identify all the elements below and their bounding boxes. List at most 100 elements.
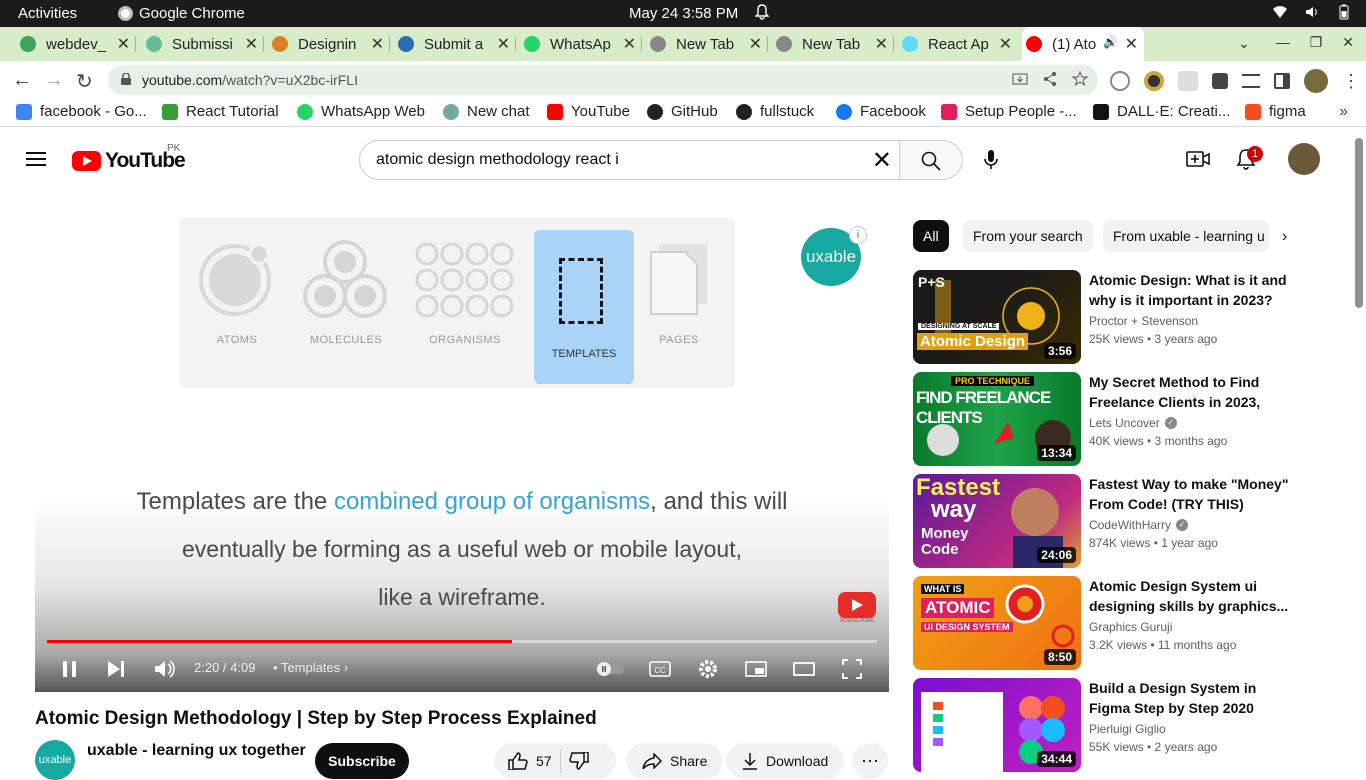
bookmark-item[interactable]: Setup People -... [941, 103, 1077, 120]
loading-extension-icon[interactable] [1110, 71, 1130, 91]
bookmark-item[interactable]: facebook - Go... [16, 103, 147, 120]
browser-tab[interactable]: Submissi ✕ [142, 27, 264, 61]
browser-tab[interactable]: webdev_ ✕ [16, 27, 136, 61]
rec-title[interactable]: Build a Design System in Figma Step by S… [1089, 678, 1295, 718]
more-actions-button[interactable]: ⋯ [852, 743, 888, 779]
rec-channel[interactable]: Pierluigi Giglio [1089, 722, 1166, 736]
minimize-icon[interactable]: — [1276, 34, 1290, 51]
video-player[interactable]: ATOMS MOLECULES ORGANISMS PAGES TEMPLATE… [35, 198, 889, 692]
hamburger-menu-icon[interactable] [26, 152, 46, 166]
subtitles-icon[interactable]: CC [649, 658, 671, 680]
extension-icon[interactable] [1144, 71, 1164, 91]
rec-title[interactable]: My Secret Method to Find Freelance Clien… [1089, 372, 1295, 412]
browser-tab[interactable]: React Ap ✕ [898, 27, 1018, 61]
recommended-video[interactable]: PRO TECHNIQUE FIND FREELANCE CLIENTS 13:… [913, 372, 1353, 466]
miniplayer-icon[interactable] [745, 658, 767, 680]
video-thumbnail[interactable]: 34:44 [913, 678, 1081, 772]
search-query[interactable]: atomic design methodology react i [376, 151, 619, 169]
side-panel-icon[interactable] [1274, 73, 1290, 89]
system-tray[interactable] [1272, 4, 1352, 20]
close-tab-icon[interactable]: ✕ [623, 34, 636, 54]
tab-audio-icon[interactable]: 🔊 [1103, 35, 1118, 49]
browser-tab[interactable]: New Tab ✕ [646, 27, 768, 61]
reload-icon[interactable]: ↻ [76, 69, 93, 94]
clear-search-icon[interactable]: ✕ [872, 146, 892, 175]
info-icon[interactable]: i [849, 226, 867, 244]
rec-title[interactable]: Atomic Design System ui designing skills… [1089, 576, 1295, 616]
recommended-video[interactable]: Fastest way Money Code 24:06 Fastest Way… [913, 474, 1353, 568]
account-avatar[interactable] [1288, 143, 1320, 175]
bookmark-item[interactable]: figma [1245, 103, 1306, 120]
bookmark-item[interactable]: DALL·E: Creati... [1093, 103, 1230, 120]
chrome-menu-icon[interactable]: ⋮ [1342, 71, 1360, 92]
rec-channel[interactable]: CodeWithHarry ✓ [1089, 518, 1189, 532]
search-input[interactable]: atomic design methodology react i ✕ [359, 140, 900, 180]
chip-all[interactable]: All [913, 220, 949, 252]
browser-tab[interactable]: Submit a ✕ [394, 27, 516, 61]
more-bookmarks-icon[interactable]: » [1339, 103, 1348, 121]
restore-icon[interactable]: ❐ [1310, 34, 1323, 51]
chip-from-channel[interactable]: From uxable - learning u [1103, 220, 1269, 252]
profile-avatar[interactable] [1304, 69, 1328, 93]
tab-search-chevron-icon[interactable]: ⌄ [1238, 35, 1250, 52]
close-window-icon[interactable]: ✕ [1342, 34, 1354, 51]
bookmark-item[interactable]: Facebook [836, 103, 926, 120]
address-bar[interactable]: youtube.com/watch?v=uX2bc-irFLI [108, 65, 1098, 95]
settings-gear-icon[interactable] [697, 658, 719, 680]
fullscreen-icon[interactable] [841, 658, 863, 680]
close-tab-icon[interactable]: ✕ [497, 34, 510, 54]
rec-channel[interactable]: Lets Uncover ✓ [1089, 416, 1177, 430]
video-thumbnail[interactable]: PRO TECHNIQUE FIND FREELANCE CLIENTS 13:… [913, 372, 1081, 466]
clock[interactable]: May 24 3:58 PM [629, 5, 738, 22]
close-tab-icon[interactable]: ✕ [371, 34, 384, 54]
close-tab-icon[interactable]: ✕ [749, 34, 762, 54]
bookmark-star-icon[interactable] [1072, 71, 1088, 87]
page-scrollbar[interactable] [1353, 128, 1366, 768]
bookmark-item[interactable]: New chat [443, 103, 530, 120]
channel-avatar[interactable]: uxable [35, 740, 75, 780]
close-tab-icon[interactable]: ✕ [117, 34, 130, 54]
media-control-icon[interactable] [1242, 74, 1260, 88]
subscribe-watermark[interactable]: SUBSCRIBE [838, 592, 876, 626]
browser-tab[interactable]: Designin ✕ [268, 27, 390, 61]
volume-icon[interactable] [153, 658, 175, 680]
close-tab-icon[interactable]: ✕ [999, 34, 1012, 54]
close-tab-icon[interactable]: ✕ [245, 34, 258, 54]
recommended-video[interactable]: 34:44 Build a Design System in Figma Ste… [913, 678, 1353, 772]
rec-channel[interactable]: Proctor + Stevenson [1089, 314, 1198, 328]
recommended-video[interactable]: WHAT IS ATOMIC UI DESIGN SYSTEM 8:50 Ato… [913, 576, 1353, 670]
voice-search-mic-icon[interactable] [983, 150, 999, 170]
forward-icon[interactable]: → [44, 69, 64, 92]
like-button[interactable]: 57 [508, 752, 552, 770]
bookmark-item[interactable]: WhatsApp Web [297, 103, 425, 120]
thumbs-down-icon[interactable] [568, 752, 589, 770]
pause-icon[interactable] [59, 658, 81, 680]
close-tab-icon[interactable]: ✕ [875, 34, 888, 54]
chip-next-chevron-icon[interactable]: › [1282, 228, 1287, 246]
download-button[interactable]: Download [726, 743, 845, 779]
share-button[interactable]: Share [626, 743, 724, 779]
create-video-icon[interactable] [1186, 150, 1210, 168]
chip-from-your-search[interactable]: From your search [963, 220, 1093, 252]
browser-tab[interactable]: WhatsAp ✕ [520, 27, 642, 61]
browser-tab[interactable]: New Tab ✕ [772, 27, 894, 61]
rec-title[interactable]: Atomic Design: What is it and why is it … [1089, 270, 1295, 310]
scrollbar-thumb[interactable] [1355, 138, 1363, 308]
theater-mode-icon[interactable] [793, 658, 815, 680]
video-thumbnail[interactable]: Fastest way Money Code 24:06 [913, 474, 1081, 568]
bookmark-item[interactable]: React Tutorial [162, 103, 279, 120]
bookmark-item[interactable]: GitHub [647, 103, 718, 120]
browser-tab-active[interactable]: (1) Ato 🔊 ✕ [1022, 27, 1144, 61]
progress-bar[interactable] [47, 640, 877, 643]
autoplay-toggle[interactable] [595, 658, 625, 680]
channel-name[interactable]: uxable - learning ux together [87, 742, 306, 760]
bookmark-item[interactable]: YouTube [547, 103, 630, 120]
close-tab-icon[interactable]: ✕ [1125, 34, 1138, 54]
qr-extension-icon[interactable] [1178, 71, 1198, 91]
recommended-video[interactable]: P+S DESIGNING AT SCALE Atomic Design 3:5… [913, 270, 1353, 364]
youtube-logo[interactable]: YouTube PK [72, 143, 186, 173]
rec-channel[interactable]: Graphics Guruji [1089, 620, 1172, 634]
video-thumbnail[interactable]: P+S DESIGNING AT SCALE Atomic Design 3:5… [913, 270, 1081, 364]
video-thumbnail[interactable]: WHAT IS ATOMIC UI DESIGN SYSTEM 8:50 [913, 576, 1081, 670]
url-text[interactable]: youtube.com/watch?v=uX2bc-irFLI [142, 72, 358, 88]
